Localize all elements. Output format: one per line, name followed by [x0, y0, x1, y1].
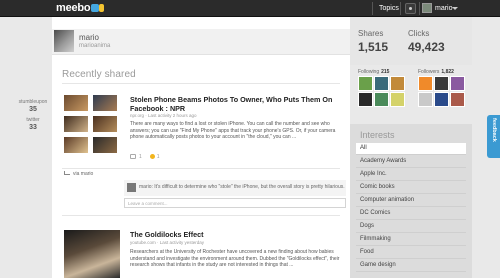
divider [62, 83, 340, 84]
interest-item[interactable]: Filmmaking [356, 234, 466, 246]
post-title[interactable]: Stolen Phone Beams Photos To Owner, Who … [130, 95, 340, 113]
thumbnail-image [64, 116, 88, 132]
twitter-stat: twitter 33 [14, 117, 52, 131]
comment-body: It's difficult to determine who "stole" … [154, 184, 345, 190]
profile-avatar[interactable] [54, 30, 74, 52]
post-thumbnails[interactable] [64, 95, 120, 157]
reaction-count: 1 [156, 154, 160, 160]
interest-item[interactable]: Food [356, 247, 466, 259]
follower-avatar[interactable] [434, 76, 449, 91]
following-avatar[interactable] [390, 92, 405, 107]
post-title[interactable]: The Goldilocks Effect [130, 230, 204, 239]
follower-avatar[interactable] [418, 76, 433, 91]
via-text: via mario [73, 171, 94, 177]
shares-label: Shares [358, 29, 384, 38]
clicks-value: 49,423 [408, 40, 445, 54]
section-title: Recently shared [62, 69, 136, 80]
profile-header: mario marioanima [52, 29, 350, 55]
divider [62, 168, 340, 169]
post-body: There are many ways to find a lost or st… [130, 121, 336, 141]
stats-header: Shares 1,515 Clicks 49,423 [350, 17, 472, 65]
followers-header[interactable]: Followers 1,822 [418, 69, 454, 75]
thumbnail-image [93, 95, 117, 111]
following-count: 215 [381, 69, 390, 75]
following-avatar[interactable] [390, 76, 405, 91]
interest-item[interactable]: Dogs [356, 221, 466, 233]
notifications-icon[interactable] [405, 3, 416, 14]
interest-item[interactable]: Game design [356, 260, 466, 272]
user-menu-name[interactable]: mario [435, 0, 453, 17]
post-meta: npr.org · Last activity 2 hours ago [130, 113, 197, 118]
main-feed: mario marioanima Recently shared Stolen … [52, 17, 350, 278]
post-body: Researchers at the University of Rochest… [130, 249, 340, 269]
divider [372, 2, 373, 15]
feedback-tab[interactable]: feedback [487, 115, 500, 158]
logo-mark-icon [99, 4, 105, 12]
stat-count: 35 [29, 106, 37, 113]
interest-item[interactable]: Apple Inc. [356, 169, 466, 181]
interest-item[interactable]: Comic books [356, 182, 466, 194]
post-meta: youtube.com · Last activity yesterday [130, 240, 205, 245]
interest-item[interactable]: Academy Awards [356, 156, 466, 168]
thumbnail-image [64, 95, 88, 111]
thumbnail-image [93, 137, 117, 153]
logo-text: meebo [56, 2, 91, 14]
comment-text: mario: It's difficult to determine who "… [139, 184, 345, 190]
thumbnail-image [64, 137, 88, 153]
followers-count: 1,822 [441, 69, 454, 75]
via-label: via mario [64, 171, 93, 177]
following-avatar[interactable] [358, 92, 373, 107]
follower-avatar[interactable] [450, 92, 465, 107]
clicks-label: Clicks [408, 29, 430, 38]
thumbnail-image [93, 116, 117, 132]
feedback-label: feedback [491, 118, 497, 142]
follower-avatar[interactable] [418, 92, 433, 107]
follower-avatar[interactable] [450, 76, 465, 91]
post-actions: 11 [130, 154, 160, 160]
meebo-logo[interactable]: meebo [56, 2, 105, 14]
chevron-down-icon[interactable] [452, 7, 458, 10]
follower-avatar[interactable] [434, 92, 449, 107]
interest-item[interactable]: Computer animation [356, 195, 466, 207]
divider [400, 2, 401, 15]
divider [62, 215, 340, 216]
followers-label: Followers [418, 69, 440, 75]
profile-handle: marioanima [79, 43, 111, 49]
right-panel: Shares 1,515 Clicks 49,423 Following 215 … [350, 17, 472, 278]
interest-item[interactable]: All [356, 143, 466, 155]
reaction-icon[interactable] [149, 154, 155, 159]
following-header[interactable]: Following 215 [358, 69, 389, 75]
following-label: Following [358, 69, 380, 75]
comment-input[interactable]: Leave a comment... [124, 198, 346, 208]
profile-name[interactable]: mario [79, 33, 99, 42]
top-bar: meebo Topics mario [0, 0, 500, 17]
shares-value: 1,515 [358, 40, 389, 54]
stat-label: stumbleupon [18, 99, 48, 105]
comment-count: 1 [139, 154, 142, 160]
user-avatar[interactable] [422, 3, 432, 13]
stumbleupon-stat: stumbleupon 35 [14, 99, 52, 113]
logo-mark-icon [91, 4, 100, 12]
comment-avatar[interactable] [127, 183, 136, 192]
comment-icon[interactable] [130, 154, 136, 159]
following-avatar[interactable] [374, 76, 389, 91]
stat-count: 33 [29, 124, 37, 131]
video-thumbnail[interactable] [64, 230, 120, 278]
following-avatar[interactable] [358, 76, 373, 91]
stat-label: twitter [26, 117, 40, 123]
comment-author[interactable]: mario [139, 184, 152, 190]
comment-item: mario: It's difficult to determine who "… [124, 180, 346, 196]
reply-arrow-icon [64, 171, 70, 175]
divider [419, 2, 420, 15]
topics-button[interactable]: Topics [379, 0, 399, 17]
interests-title: Interests [360, 130, 395, 140]
interest-item[interactable]: DC Comics [356, 208, 466, 220]
following-avatar[interactable] [374, 92, 389, 107]
